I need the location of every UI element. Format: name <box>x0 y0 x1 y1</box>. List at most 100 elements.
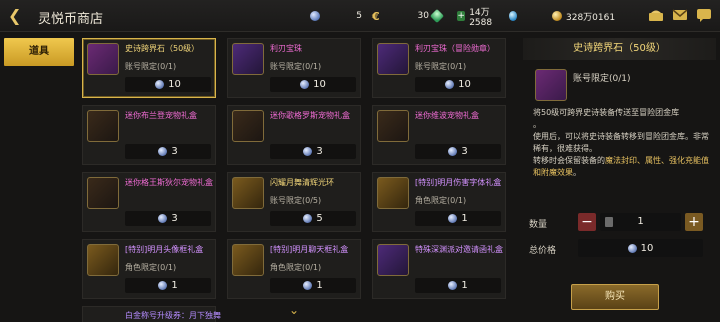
item-limit: 角色限定(0/1) <box>415 196 467 205</box>
item-limit: 角色限定(0/1) <box>270 263 322 272</box>
item-limit: 账号限定(0/1) <box>125 62 177 71</box>
treasure-icon[interactable] <box>648 8 664 22</box>
coin-icon <box>448 147 458 156</box>
scroll-down-icon[interactable]: ⌄ <box>289 303 299 317</box>
detail-limit: 账号限定(0/1) <box>573 74 631 84</box>
add-points-icon[interactable]: + <box>457 11 466 21</box>
shop-item-card[interactable]: 迷你维波宠物礼盒 3 <box>372 105 506 165</box>
blue-orb-icon <box>508 11 517 21</box>
item-limit: 账号限定(0/1) <box>415 62 467 71</box>
item-name: 迷你布兰登宠物礼盒 <box>125 111 197 120</box>
item-name: 利刃宝珠（冒险勋章） <box>415 44 495 53</box>
shop-item-card[interactable]: 史诗跨界石（50级） 账号限定(0/1) 10 <box>82 38 216 98</box>
damage-font-box-icon <box>377 177 409 209</box>
coin-icon <box>155 80 165 89</box>
detail-title: 史诗跨界石（50级） <box>523 38 716 60</box>
quantity-label: 数量 <box>529 220 548 230</box>
coin-icon <box>303 214 313 223</box>
item-name: 迷你维波宠物礼盒 <box>415 111 479 120</box>
desc-line: 使用后，可以将史诗装备转移到冒险团金库。非常稀有，很难获得。 <box>533 132 709 153</box>
tab-items[interactable]: 道具 <box>4 38 74 66</box>
coin-icon <box>448 281 458 290</box>
shop-item-card[interactable]: 迷你布兰登宠物礼盒 3 <box>82 105 216 165</box>
quantity-plus-button[interactable]: + <box>685 213 703 231</box>
item-price: 10 <box>270 77 356 92</box>
currency-coin-value: 5 <box>356 11 362 21</box>
chat-frame-box-icon <box>232 244 264 276</box>
item-name: 迷你格王斯狄尔宠物礼盒 <box>125 178 213 187</box>
item-price: 5 <box>270 211 356 226</box>
gold-coin-icon <box>552 11 562 21</box>
item-limit: 角色限定(0/1) <box>125 263 177 272</box>
mail-icon[interactable] <box>672 8 688 22</box>
coin-icon <box>445 80 455 89</box>
item-price: 1 <box>415 278 501 293</box>
pet-box-icon <box>87 177 119 209</box>
currency-gold: 328万0161 <box>552 9 632 23</box>
shop-item-card[interactable]: 利刃宝珠 账号限定(0/1) 10 <box>227 38 361 98</box>
item-price: 3 <box>125 211 211 226</box>
shop-item-card[interactable]: 特殊深渊派对邀请函礼盒 1 <box>372 239 506 299</box>
coin-icon <box>303 147 313 156</box>
currency-coin: 5 <box>310 9 362 23</box>
coin-icon <box>158 147 168 156</box>
currency-points-value: 14万2588 <box>469 7 493 28</box>
currency-points: + 14万2588 <box>457 8 517 28</box>
avatar-frame-box-icon <box>87 244 119 276</box>
desc-line: 。 <box>533 120 541 129</box>
item-name: 迷你歌格罗斯宠物礼盒 <box>270 111 350 120</box>
chat-icon[interactable] <box>696 8 712 22</box>
shop-item-card[interactable]: 闪耀月舞清辉光环 账号限定(0/5) 5 <box>227 172 361 232</box>
top-bar: ❮ 灵悦币商店 5 € 30 + 14万2588 328万0161 <box>0 0 720 32</box>
detail-description: 将50级可跨界史诗装备传送至冒险团金库 。 使用后，可以将史诗装备转移到冒险团金… <box>533 107 713 179</box>
shop-item-card[interactable]: [特别]明月聊天框礼盒 角色限定(0/1) 1 <box>227 239 361 299</box>
total-price: 10 <box>578 239 703 257</box>
page-title: 灵悦币商店 <box>38 12 104 27</box>
item-name: 白金称号升级券：月下独舞 <box>125 311 221 320</box>
coin-icon <box>303 281 313 290</box>
shop-item-card[interactable]: [特别]明月伤害字体礼盒 角色限定(0/1) 1 <box>372 172 506 232</box>
pet-box-icon <box>232 110 264 142</box>
item-detail-panel: 史诗跨界石（50级） 账号限定(0/1) 将50级可跨界史诗装备传送至冒险团金库… <box>523 38 716 322</box>
pet-box-icon <box>377 110 409 142</box>
item-name: [特别]明月伤害字体礼盒 <box>415 178 502 187</box>
desc-line: 将50级可跨界史诗装备传送至冒险团金库 <box>533 108 680 117</box>
coin-icon <box>627 243 637 253</box>
item-price: 10 <box>415 77 501 92</box>
item-name: [特别]明月聊天框礼盒 <box>270 245 349 254</box>
pet-box-icon <box>87 110 119 142</box>
desc-line: 转移时会保留装备的魔法封印、属性、强化充能值和附魔效果。 <box>533 156 709 177</box>
invitation-box-icon <box>377 244 409 276</box>
item-limit: 账号限定(0/5) <box>270 196 322 205</box>
item-name: [特别]明月头像框礼盒 <box>125 245 204 254</box>
item-name: 闪耀月舞清辉光环 <box>270 178 334 187</box>
coin-icon <box>300 80 310 89</box>
item-name: 特殊深渊派对邀请函礼盒 <box>415 245 503 254</box>
item-limit: 账号限定(0/1) <box>270 62 322 71</box>
shop-item-card[interactable]: 白金称号升级券：月下独舞 <box>82 306 221 322</box>
shop-item-card[interactable]: [特别]明月头像框礼盒 角色限定(0/1) 1 <box>82 239 216 299</box>
item-price: 1 <box>125 278 211 293</box>
cera-icon: € <box>372 9 380 23</box>
coin-icon <box>310 11 320 21</box>
item-price: 3 <box>415 144 501 159</box>
shop-item-card[interactable]: 迷你歌格罗斯宠物礼盒 3 <box>227 105 361 165</box>
shop-item-card[interactable]: 利刃宝珠（冒险勋章） 账号限定(0/1) 10 <box>372 38 506 98</box>
item-price: 1 <box>415 211 501 226</box>
item-price: 3 <box>270 144 356 159</box>
item-name: 史诗跨界石（50级） <box>125 44 200 53</box>
currency-cera-value: 30 <box>417 11 429 21</box>
currency-cera: € 30 <box>372 8 445 24</box>
aura-box-icon <box>232 177 264 209</box>
item-price: 10 <box>125 77 211 92</box>
buy-button[interactable]: 购买 <box>571 284 659 310</box>
coin-icon <box>158 281 168 290</box>
back-arrow-icon[interactable]: ❮ <box>8 7 26 25</box>
shop-item-card[interactable]: 迷你格王斯狄尔宠物礼盒 3 <box>82 172 216 232</box>
total-price-label: 总价格 <box>529 246 557 256</box>
epic-crystal-icon <box>87 43 119 75</box>
item-price: 1 <box>270 278 356 293</box>
item-name: 利刃宝珠 <box>270 44 302 53</box>
quantity-minus-button[interactable]: − <box>578 213 596 231</box>
calculator-icon[interactable] <box>605 217 613 227</box>
